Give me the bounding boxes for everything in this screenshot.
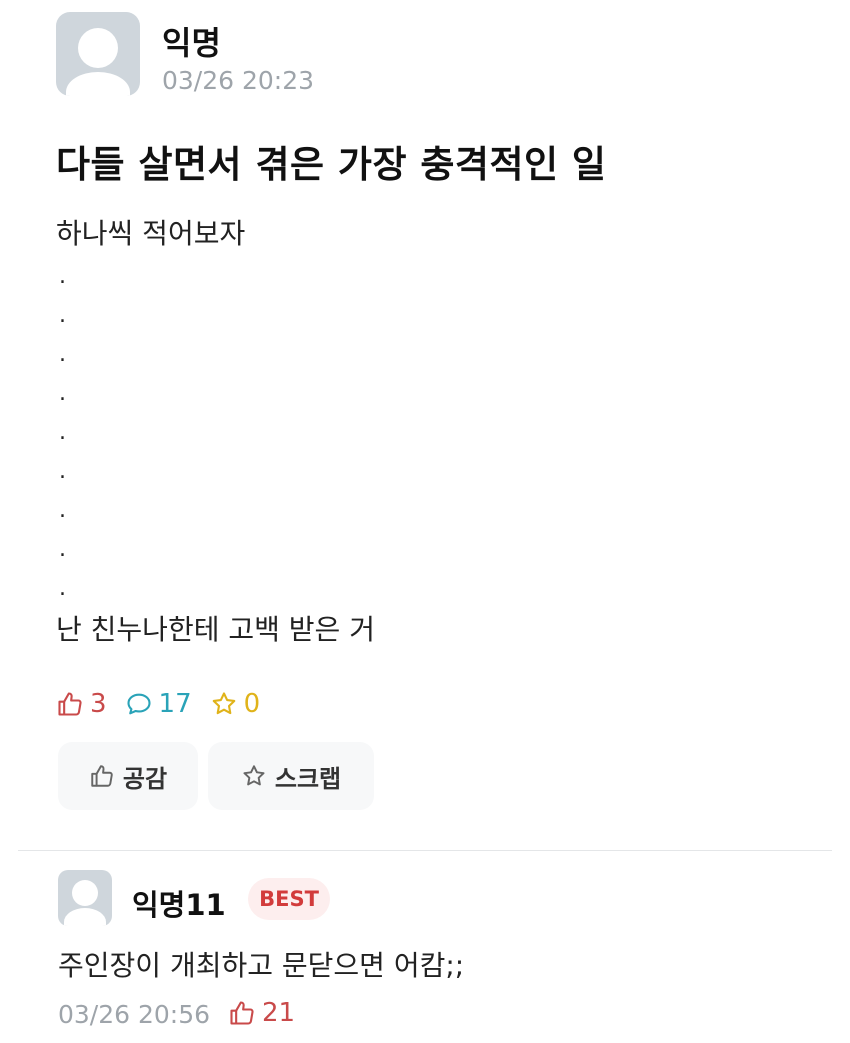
star-icon: [210, 690, 238, 718]
post-body-first-line: 하나씩 적어보자: [56, 217, 246, 250]
thumbs-up-icon: [89, 763, 115, 789]
scrap-count-stat: 0: [210, 689, 261, 719]
post-body-dot: .: [59, 264, 66, 289]
thumbs-up-icon: [228, 999, 256, 1027]
post-body-dot: .: [59, 420, 66, 445]
post-body-dot: .: [59, 381, 66, 406]
comment-like-button[interactable]: 21: [228, 998, 295, 1028]
avatar-head-shape: [72, 880, 98, 906]
best-badge: BEST: [248, 878, 330, 920]
avatar-body-shape: [66, 72, 130, 96]
section-divider: [18, 850, 832, 851]
post-body-dot: .: [59, 537, 66, 562]
like-count: 3: [90, 689, 107, 719]
post-body-dot: .: [59, 576, 66, 601]
post-body-dot: .: [59, 459, 66, 484]
post-author-name: 익명: [162, 24, 221, 62]
post-timestamp: 03/26 20:23: [162, 66, 315, 95]
post-title: 다들 살면서 겪은 가장 충격적인 일: [56, 143, 607, 186]
star-icon: [241, 763, 267, 789]
comment-like-count: 21: [262, 998, 296, 1028]
like-button-label: 공감: [122, 764, 168, 793]
comment-count-stat: 17: [125, 689, 192, 719]
speech-bubble-icon: [125, 690, 153, 718]
avatar-body-shape: [64, 908, 106, 926]
post-body-dot: .: [59, 498, 66, 523]
thumbs-up-icon: [56, 690, 84, 718]
post-stats: 3 17 0: [56, 688, 278, 720]
comment-count: 17: [158, 689, 192, 719]
comment-author-name: 익명11: [132, 888, 226, 922]
like-button[interactable]: 공감: [58, 742, 198, 810]
scrap-button[interactable]: 스크랩: [208, 742, 374, 810]
post-body-dot: .: [59, 342, 66, 367]
scrap-button-label: 스크랩: [274, 764, 342, 793]
scrap-count: 0: [243, 689, 261, 719]
comment-author-avatar: [58, 870, 112, 926]
post-body-last-line: 난 친누나한테 고백 받은 거: [56, 613, 375, 646]
avatar-head-shape: [78, 28, 118, 68]
author-avatar: [56, 12, 140, 96]
comment-text: 주인장이 개최하고 문닫으면 어캄;;: [58, 949, 465, 982]
comment-timestamp: 03/26 20:56: [58, 1000, 211, 1029]
like-count-stat: 3: [56, 689, 107, 719]
post-body-dot: .: [59, 303, 66, 328]
